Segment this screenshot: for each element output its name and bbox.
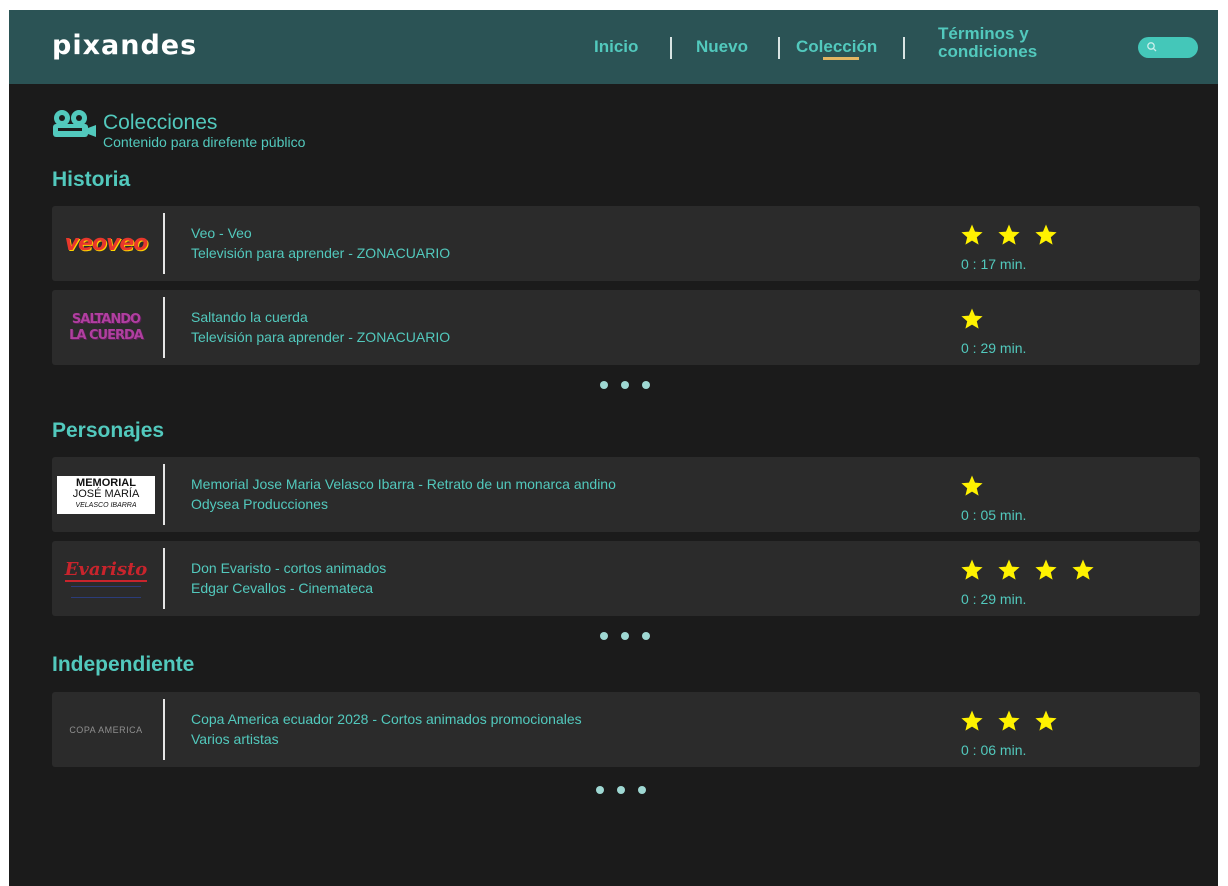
item-title: Saltando la cuerda — [191, 309, 308, 325]
row-divider — [163, 699, 165, 760]
star-icon — [961, 710, 983, 731]
thumbnail-saltando-line2: LA CUERDA — [69, 327, 144, 343]
item-duration: 0 : 05 min. — [961, 507, 1027, 523]
row-divider — [163, 213, 165, 274]
more-dot — [642, 632, 650, 640]
item-subtitle: Televisión para aprender - ZONACUARIO — [191, 245, 451, 261]
thumbnail-copa-america: COPA AMERICA — [56, 698, 156, 761]
section-title-historia: Historia — [52, 168, 131, 191]
row-divider — [163, 297, 165, 358]
star-icon — [998, 559, 1020, 580]
star-icon — [961, 224, 983, 245]
more-dot — [642, 381, 650, 389]
more-dot — [596, 786, 604, 794]
star-icon — [961, 559, 983, 580]
list-item[interactable]: MEMORIAL JOSÉ MARÍA VELASCO IBARRA Memor… — [52, 457, 1200, 532]
thumbnail-copa-america-text: COPA AMERICA — [69, 724, 143, 735]
item-duration: 0 : 29 min. — [961, 591, 1027, 607]
row-divider — [163, 464, 165, 525]
thumbnail-evaristo: Evaristo — [56, 547, 156, 610]
star-icon — [1035, 710, 1057, 731]
projector-icon — [53, 110, 96, 137]
more-button[interactable] — [600, 632, 650, 640]
nav-divider — [670, 37, 672, 59]
list-item[interactable]: COPA AMERICA Copa America ecuador 2028 -… — [52, 692, 1200, 767]
more-dot — [600, 381, 608, 389]
star-icon — [1072, 559, 1094, 580]
more-dot — [638, 786, 646, 794]
item-subtitle: Varios artistas — [191, 731, 279, 747]
search-icon — [1147, 42, 1157, 52]
list-item[interactable]: Evaristo Don Evaristo - cortos animados … — [52, 541, 1200, 616]
star-icon — [1035, 224, 1057, 245]
item-duration: 0 : 29 min. — [961, 340, 1027, 356]
nav-terminos[interactable]: Términos y condiciones — [938, 25, 1037, 61]
thumbnail-memorial: MEMORIAL JOSÉ MARÍA VELASCO IBARRA — [56, 463, 156, 526]
more-dot — [621, 381, 629, 389]
star-icon — [1035, 559, 1057, 580]
thumbnail-evaristo-text: Evaristo — [64, 558, 148, 582]
logo-text: pixandes — [52, 30, 198, 61]
item-duration: 0 : 06 min. — [961, 742, 1027, 758]
item-subtitle: Odysea Producciones — [191, 496, 328, 512]
more-button[interactable] — [600, 381, 650, 389]
section-title-independiente: Independiente — [52, 653, 195, 676]
nav-divider — [778, 37, 780, 59]
item-subtitle: Edgar Cevallos - Cinemateca — [191, 580, 374, 596]
nav-divider — [903, 37, 905, 59]
brand-logo[interactable]: pixandes — [52, 30, 197, 61]
item-title: Copa America ecuador 2028 - Cortos anima… — [191, 711, 582, 727]
more-button[interactable] — [596, 786, 646, 794]
more-dot — [600, 632, 608, 640]
app-frame: pixandes Inicio Nuevo Colección Términos… — [9, 10, 1218, 886]
page-title: Colecciones — [103, 111, 218, 134]
item-title: Don Evaristo - cortos animados — [191, 560, 387, 576]
thumbnail-saltando: SALTANDO LA CUERDA — [56, 296, 156, 359]
nav-inicio[interactable]: Inicio — [594, 37, 638, 57]
star-icon — [998, 224, 1020, 245]
list-item[interactable]: SALTANDO LA CUERDA Saltando la cuerda Te… — [52, 290, 1200, 365]
item-duration: 0 : 17 min. — [961, 256, 1027, 272]
thumbnail-memorial-line2: JOSÉ MARÍA — [72, 488, 140, 500]
row-divider — [163, 548, 165, 609]
search-input[interactable] — [1138, 37, 1198, 58]
thumbnail-veoveo-text: veoveo — [64, 231, 149, 256]
star-icon — [961, 308, 983, 329]
thumbnail-veoveo: veoveo — [56, 212, 156, 275]
item-title: Veo - Veo — [191, 225, 252, 241]
star-icon — [998, 710, 1020, 731]
top-bar: pixandes Inicio Nuevo Colección Términos… — [9, 10, 1218, 84]
thumbnail-saltando-line1: SALTANDO — [71, 311, 141, 327]
section-title-personajes: Personajes — [52, 419, 165, 442]
nav-terminos-line1: Términos y — [938, 24, 1029, 43]
item-title: Memorial Jose Maria Velasco Ibarra - Ret… — [191, 476, 616, 492]
nav-nuevo[interactable]: Nuevo — [696, 37, 748, 57]
more-dot — [617, 786, 625, 794]
item-subtitle: Televisión para aprender - ZONACUARIO — [191, 329, 451, 345]
nav-coleccion[interactable]: Colección — [796, 37, 877, 57]
nav-terminos-line2: condiciones — [938, 42, 1038, 61]
star-icon — [961, 475, 983, 496]
thumbnail-memorial-line3: VELASCO IBARRA — [75, 502, 137, 509]
more-dot — [621, 632, 629, 640]
page-subtitle: Contenido para direfente público — [103, 134, 306, 150]
list-item[interactable]: veoveo Veo - Veo Televisión para aprende… — [52, 206, 1200, 281]
active-nav-indicator — [823, 57, 859, 60]
thumbnail-evaristo-lines — [71, 585, 141, 598]
